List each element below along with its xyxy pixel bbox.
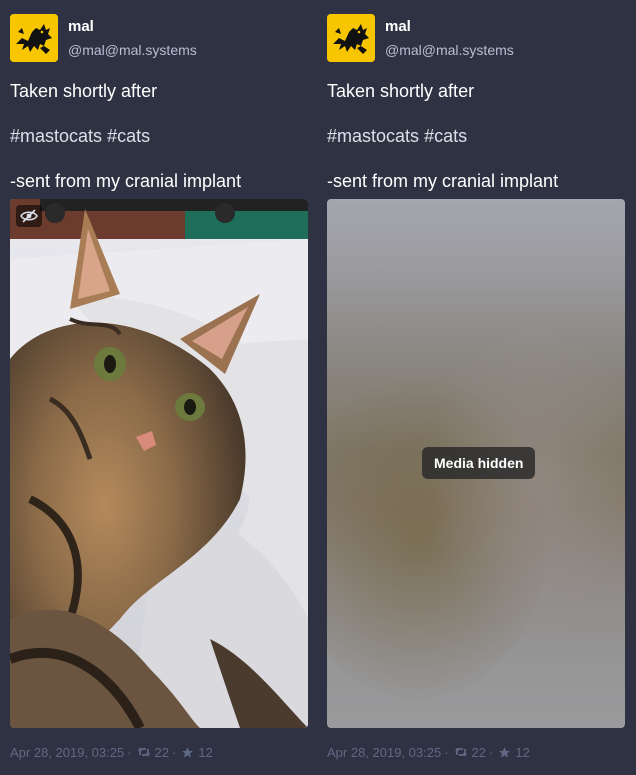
star-icon (498, 746, 511, 759)
timeline: mal @mal@mal.systems Taken shortly after… (0, 0, 636, 775)
cat-photo (10, 199, 308, 728)
black-cat-silhouette-icon (10, 14, 58, 62)
timestamp-link[interactable]: Apr 28, 2019, 03:25 (10, 745, 124, 760)
boost-icon (454, 746, 468, 758)
status-text-line: -sent from my cranial implant (327, 171, 559, 191)
black-cat-silhouette-icon (327, 14, 375, 62)
hashtag-link[interactable]: #cats (424, 126, 467, 146)
avatar[interactable] (327, 14, 375, 62)
media-hidden-button[interactable]: Media hidden (422, 447, 536, 479)
boost-count: 22 (471, 744, 487, 760)
hashtag-link[interactable]: #mastocats (10, 126, 102, 146)
status-card[interactable]: mal @mal@mal.systems Taken shortly after… (10, 0, 308, 775)
star-icon (181, 746, 194, 759)
status-header[interactable]: mal @mal@mal.systems (10, 14, 308, 62)
favourite-count: 12 (515, 744, 530, 760)
timestamp-link[interactable]: Apr 28, 2019, 03:25 (327, 745, 441, 760)
status-footer: Apr 28, 2019, 03:25 · 22 · 12 (10, 742, 213, 762)
hidden-media-placeholder[interactable]: Media hidden (327, 199, 625, 728)
status-footer: Apr 28, 2019, 03:25 · 22 · 12 (327, 742, 530, 762)
separator: · (489, 744, 494, 760)
hide-media-button[interactable] (16, 205, 42, 227)
hashtag-line: #mastocats #cats (327, 125, 467, 147)
boost-icon (137, 746, 151, 758)
display-name[interactable]: mal (68, 18, 94, 35)
separator: · (444, 744, 449, 760)
status-text-line: Taken shortly after (10, 81, 158, 101)
hashtag-link[interactable]: #cats (107, 126, 150, 146)
avatar[interactable] (10, 14, 58, 62)
hashtag-link[interactable]: #mastocats (327, 126, 419, 146)
hashtag-line: #mastocats #cats (10, 125, 150, 147)
status-text-line: Taken shortly after (327, 81, 475, 101)
separator: · (127, 744, 132, 760)
account-handle[interactable]: @mal@mal.systems (68, 42, 197, 58)
boost-count: 22 (154, 744, 170, 760)
media-photo[interactable] (10, 199, 308, 728)
status-text-line: -sent from my cranial implant (10, 171, 242, 191)
status-header[interactable]: mal @mal@mal.systems (327, 14, 625, 62)
eye-slash-icon (20, 209, 38, 223)
favourite-count: 12 (198, 744, 213, 760)
separator: · (172, 744, 177, 760)
display-name[interactable]: mal (385, 18, 411, 35)
account-handle[interactable]: @mal@mal.systems (385, 42, 514, 58)
status-card[interactable]: mal @mal@mal.systems Taken shortly after… (327, 0, 625, 775)
